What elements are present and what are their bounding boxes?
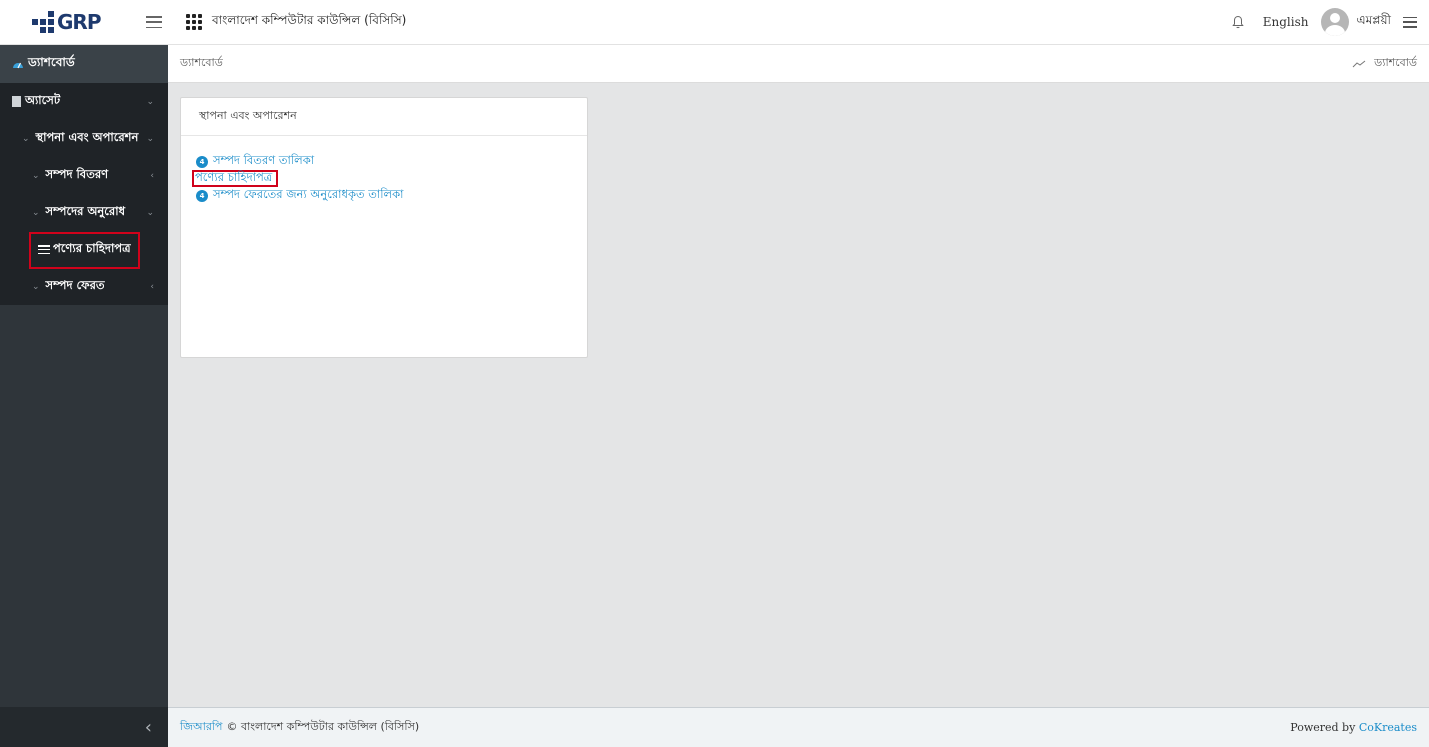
- footer: জিআরপি © বাংলাদেশ কম্পিউটার কাউন্সিল (বি…: [168, 707, 1429, 747]
- breadcrumb-dashboard-link[interactable]: ড্যাশবোর্ড: [1352, 54, 1417, 73]
- sidebar-item-product-requisition[interactable]: পণ্যের চাহিদাপত্র: [0, 231, 168, 268]
- organization-name: বাংলাদেশ কম্পিউটার কাউন্সিল (বিসিসি): [212, 13, 407, 27]
- sidebar-item-label: সম্পদের অনুরোধ: [45, 204, 126, 218]
- sidebar-item-label: সম্পদ বিতরণ: [45, 167, 109, 181]
- apps-grid-icon[interactable]: [186, 14, 202, 30]
- chevron-down-icon: ⌄: [146, 207, 154, 218]
- chevron-left-icon: ‹: [150, 281, 154, 292]
- breadcrumb: ড্যাশবোর্ড ড্যাশবোর্ড: [168, 45, 1429, 83]
- vendor-link[interactable]: CoKreates: [1359, 721, 1417, 734]
- language-switch[interactable]: English: [1263, 15, 1309, 29]
- product-requisition-link[interactable]: পণ্যের চাহিদাপত্র: [192, 170, 279, 187]
- logo-mark-icon: [32, 11, 54, 33]
- chevron-down-icon: ⌄: [32, 170, 40, 181]
- sidebar-item-dashboard[interactable]: ড্যাশবোর্ড: [0, 45, 168, 83]
- sidebar: ড্যাশবোর্ড অ্যাসেট ⌄ ⌄ স্থাপনা এবং অপারে…: [0, 45, 168, 747]
- chevron-down-icon: ⌄: [32, 207, 40, 218]
- chevron-down-icon: ⌄: [32, 281, 40, 292]
- sidebar-item-asset-distribution[interactable]: ⌄ সম্পদ বিতরণ ‹: [0, 157, 168, 194]
- user-name[interactable]: এমপ্লয়ী: [1357, 12, 1392, 32]
- list-icon: [38, 245, 50, 254]
- footer-copyright: © বাংলাদেশ কম্পিউটার কাউন্সিল (বিসিসি): [226, 720, 420, 733]
- sidebar-item-label: অ্যাসেট: [25, 93, 61, 107]
- footer-powered: Powered by CoKreates: [1290, 721, 1417, 734]
- setup-operations-card: স্থাপনা এবং অপারেশন 4 সম্পদ বিতরণ তালিকা…: [180, 97, 588, 358]
- top-header: GRP বাংলাদেশ কম্পিউটার কাউন্সিল (বিসিসি)…: [0, 0, 1429, 45]
- breadcrumb-current: ড্যাশবোর্ড: [180, 56, 223, 69]
- trend-line-icon: [1352, 60, 1366, 67]
- sidebar-item-label: সম্পদ ফেরত: [45, 278, 105, 292]
- chevron-down-icon: ⌄: [146, 133, 154, 144]
- count-badge: 4: [196, 155, 208, 168]
- powered-by-text: Powered by: [1290, 721, 1356, 734]
- footer-brand-link[interactable]: জিআরপি: [180, 718, 222, 737]
- asset-return-request-list-link[interactable]: 4 সম্পদ ফেরতের জন্য অনুরোধকৃত তালিকা: [196, 187, 587, 204]
- grp-logo[interactable]: GRP: [0, 0, 130, 45]
- speedometer-icon: [13, 62, 23, 69]
- bell-icon[interactable]: [1231, 15, 1245, 29]
- logo-text: GRP: [57, 10, 101, 34]
- chevron-left-icon: ‹: [150, 170, 154, 181]
- sidebar-item-label: স্থাপনা এবং অপারেশন: [35, 130, 139, 144]
- chevron-left-icon: ‹: [144, 716, 152, 738]
- asset-distribution-list-link[interactable]: 4 সম্পদ বিতরণ তালিকা: [196, 153, 587, 170]
- breadcrumb-right-label: ড্যাশবোর্ড: [1374, 56, 1417, 69]
- header-actions: English এমপ্লয়ী: [1231, 8, 1429, 36]
- sidebar-item-label: ড্যাশবোর্ড: [28, 55, 75, 69]
- chevron-down-icon: ⌄: [22, 133, 30, 144]
- sidebar-toggle-icon[interactable]: [146, 16, 162, 28]
- count-badge: 4: [196, 189, 208, 202]
- card-title: স্থাপনা এবং অপারেশন: [181, 98, 587, 136]
- sidebar-item-setup[interactable]: ⌄ স্থাপনা এবং অপারেশন ⌄: [0, 120, 168, 157]
- sidebar-item-asset-request[interactable]: ⌄ সম্পদের অনুরোধ ⌄: [0, 194, 168, 231]
- card-body: 4 সম্পদ বিতরণ তালিকা পণ্যের চাহিদাপত্র 4…: [181, 136, 587, 204]
- link-label: সম্পদ ফেরতের জন্য অনুরোধকৃত তালিকা: [213, 187, 404, 201]
- sidebar-item-asset[interactable]: অ্যাসেট ⌄: [0, 83, 168, 120]
- sidebar-minimize-button[interactable]: ‹: [0, 707, 168, 747]
- document-icon: [12, 96, 21, 107]
- sidebar-group-asset: অ্যাসেট ⌄ ⌄ স্থাপনা এবং অপারেশন ⌄ ⌄ সম্প…: [0, 83, 168, 305]
- user-menu-icon[interactable]: [1403, 16, 1417, 28]
- sidebar-item-label: পণ্যের চাহিদাপত্র: [53, 241, 131, 255]
- chevron-down-icon: ⌄: [146, 96, 154, 107]
- user-avatar[interactable]: [1320, 8, 1349, 36]
- sidebar-item-asset-return[interactable]: ⌄ সম্পদ ফেরত ‹: [0, 268, 168, 305]
